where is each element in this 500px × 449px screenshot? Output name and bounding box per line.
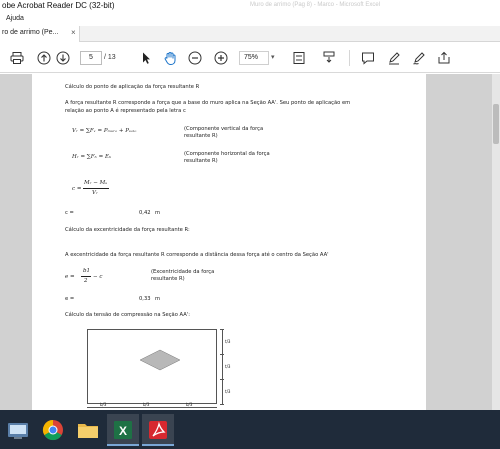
equation-e-denominator: 2 — [84, 278, 88, 284]
dimension-label: b/3 — [100, 402, 107, 407]
dimension-line — [222, 329, 223, 404]
heading-compression: Cálculo da tensão de compressão na Seção… — [65, 312, 190, 318]
equation-c-left: c = — [72, 186, 82, 192]
equation-c-denominator: Vᵣ — [92, 190, 98, 196]
dimension-line — [87, 407, 217, 408]
toolbar-divider — [349, 50, 350, 66]
dimension-tick — [220, 354, 224, 355]
dimension-label: t/3 — [225, 389, 231, 394]
equation-note: (Componente vertical da força — [184, 126, 264, 132]
paragraph-line: relação ao ponto A é representado pela l… — [65, 108, 186, 114]
fraction-bar — [81, 276, 91, 277]
excel-icon[interactable]: X — [107, 414, 139, 446]
fraction-bar — [83, 188, 109, 189]
dimension-label: b/3 — [143, 402, 150, 407]
section-diagram — [87, 329, 217, 404]
chrome-icon[interactable] — [37, 414, 69, 446]
equation-note: resultante R) — [184, 133, 218, 139]
menu-item-help[interactable]: Ajuda — [6, 15, 24, 22]
title-bar: obe Acrobat Reader DC (32-bit) Muro de a… — [0, 0, 500, 14]
result-c-value: 0,42 — [139, 210, 151, 216]
heading-eccentricity: Cálculo da excentricidade da força resul… — [65, 227, 190, 233]
fit-page-icon[interactable] — [292, 51, 306, 65]
pdf-page: Cálculo do ponto de aplicação da força r… — [32, 74, 426, 410]
paragraph-line: A força resultante R corresponde a força… — [65, 100, 351, 106]
zoom-dropdown-icon[interactable]: ▾ — [271, 53, 275, 61]
page-up-icon[interactable] — [37, 51, 51, 65]
result-e-label: e = — [65, 296, 75, 302]
tab-document[interactable]: ro de arrimo (Pe... × — [0, 26, 80, 42]
equation-e-left: e = — [65, 274, 75, 280]
toolbar: 5 / 13 75% ▾ — [0, 43, 500, 73]
share-icon[interactable] — [437, 51, 451, 65]
zoom-in-icon[interactable] — [214, 51, 228, 65]
equation-e-numerator: b1 — [83, 268, 91, 274]
dimension-tick — [220, 404, 224, 405]
equation-note: resultante R) — [184, 158, 218, 164]
result-c-unit: m — [155, 210, 161, 216]
heading-application-point: Cálculo do ponto de aplicação da força r… — [65, 84, 200, 90]
tab-label: ro de arrimo (Pe... — [2, 29, 59, 36]
zoom-level-input[interactable]: 75% — [239, 51, 269, 65]
result-e-unit: m — [155, 296, 161, 302]
excel-letter: X — [119, 424, 127, 438]
tab-strip: ro de arrimo (Pe... × — [0, 26, 500, 42]
vertical-scrollbar[interactable] — [492, 74, 500, 410]
page-total: / 13 — [104, 54, 116, 61]
dimension-label: t/3 — [225, 364, 231, 369]
dimension-tick — [220, 379, 224, 380]
equation-note: (Excentricidade da força — [151, 269, 215, 275]
equation-horizontal: Hᵣ = ∑Fₕ = Eₕ — [72, 154, 112, 160]
background-window-title: Muro de arrimo (Pag 8) - Marco - Microso… — [250, 2, 381, 8]
file-explorer-icon[interactable] — [2, 414, 34, 446]
highlight-icon[interactable] — [387, 51, 401, 65]
result-e-value: 0,33 — [139, 296, 151, 302]
comment-icon[interactable] — [361, 51, 375, 65]
paragraph-eccentricity: A excentricidade da força resultante R c… — [65, 252, 329, 258]
zoom-out-icon[interactable] — [188, 51, 202, 65]
equation-note: (Componente horizontal da força — [184, 151, 270, 157]
dimension-label: b/3 — [186, 402, 193, 407]
taskbar: X — [0, 410, 500, 449]
equation-vertical: Vᵣ = ∑Fᵥ = Pₘᵤᵣₒ + Pₛₒₗₒ — [72, 128, 137, 134]
page-down-icon[interactable] — [56, 51, 70, 65]
tab-close-icon[interactable]: × — [71, 29, 76, 37]
equation-note: resultante R) — [151, 276, 185, 282]
document-viewer[interactable]: Cálculo do ponto de aplicação da força r… — [0, 74, 500, 410]
select-cursor-icon[interactable] — [139, 51, 153, 65]
window-title: obe Acrobat Reader DC (32-bit) — [2, 1, 115, 10]
equation-e-rest: − c — [93, 274, 103, 280]
dimension-label: t/3 — [225, 339, 231, 344]
scroll-mode-icon[interactable] — [322, 51, 336, 65]
result-c-label: c = — [65, 210, 74, 216]
equation-c-numerator: Mᵣ − Mₛ — [84, 180, 108, 186]
hand-tool-icon[interactable] — [163, 51, 177, 65]
scrollbar-thumb[interactable] — [493, 104, 499, 144]
print-icon[interactable] — [10, 51, 24, 65]
sign-icon[interactable] — [412, 51, 426, 65]
page-number-input[interactable]: 5 — [80, 51, 102, 65]
menu-bar: Ajuda — [0, 14, 500, 26]
dimension-tick — [220, 329, 224, 330]
acrobat-icon[interactable] — [142, 414, 174, 446]
folder-icon[interactable] — [72, 414, 104, 446]
diamond-shape — [139, 349, 181, 371]
